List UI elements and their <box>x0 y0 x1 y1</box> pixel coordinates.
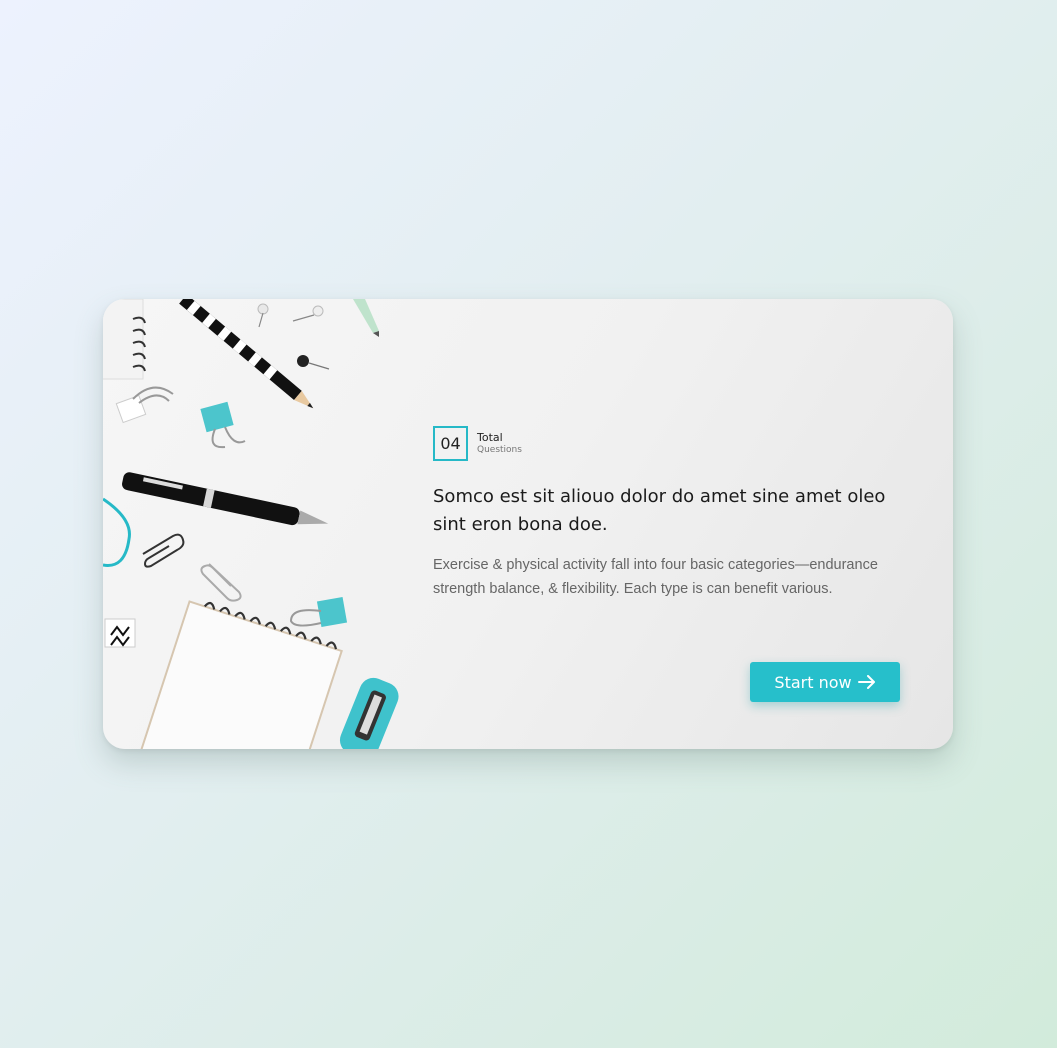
question-count: 04 Total Questions <box>433 426 903 461</box>
spiral-notebook-image <box>138 600 343 749</box>
black-pen-image <box>122 472 329 526</box>
quiz-description: Exercise & physical activity fall into f… <box>433 557 878 597</box>
question-count-number: 04 <box>433 426 468 461</box>
quiz-title: Somco est sit aliouo dolor do amet sine … <box>433 486 886 535</box>
push-pins-image <box>257 303 330 370</box>
notebook-top-image <box>103 299 146 380</box>
quiz-card: 04 Total Questions Somco est sit aliouo … <box>103 299 953 749</box>
stapler-image <box>339 677 399 749</box>
arrow-right-icon <box>857 675 875 689</box>
rubber-band-image <box>103 497 131 567</box>
green-pencil-image <box>353 299 379 337</box>
quiz-info: 04 Total Questions Somco est sit aliouo … <box>433 426 903 601</box>
question-count-label: Total Questions <box>477 430 522 456</box>
count-label-total: Total <box>477 430 503 444</box>
paper-clips-image <box>142 533 242 602</box>
start-now-button[interactable]: Start now <box>750 662 900 702</box>
striped-pencil-image <box>179 299 314 409</box>
count-label-questions: Questions <box>477 444 522 455</box>
stationery-desk-image <box>103 299 399 749</box>
start-now-label: Start now <box>774 672 852 692</box>
